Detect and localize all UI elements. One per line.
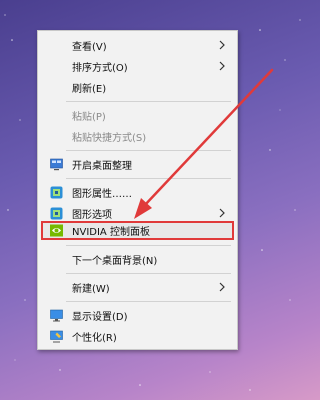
intel-graphics-icon xyxy=(50,186,63,199)
chevron-right-icon xyxy=(219,61,225,71)
menu-item-label: NVIDIA 控制面板 xyxy=(72,227,150,238)
nvidia-icon xyxy=(50,224,63,237)
menu-item-label: 显示设置(D) xyxy=(72,312,128,323)
menu-item-label: 粘贴快捷方式(S) xyxy=(72,133,147,144)
menu-item-label: 个性化(R) xyxy=(72,333,117,344)
menu-item-display-settings[interactable]: 显示设置(D) xyxy=(38,305,237,326)
display-settings-icon xyxy=(50,309,63,322)
menu-item-label: 图形选项 xyxy=(72,210,112,221)
menu-item-personalize[interactable]: 个性化(R) xyxy=(38,326,237,347)
desktop-context-menu: 查看(V) 排序方式(O) 刷新(E) 粘贴(P) 粘贴快捷方式(S) 开启桌面… xyxy=(37,30,238,350)
menu-separator xyxy=(66,150,231,151)
menu-item-paste[interactable]: 粘贴(P) xyxy=(38,105,237,126)
chevron-right-icon xyxy=(219,208,225,218)
menu-separator xyxy=(66,101,231,102)
menu-separator xyxy=(66,245,231,246)
chevron-right-icon xyxy=(219,282,225,292)
menu-separator xyxy=(66,301,231,302)
menu-item-label: 下一个桌面背景(N) xyxy=(72,256,158,267)
menu-item-paste-shortcut[interactable]: 粘贴快捷方式(S) xyxy=(38,126,237,147)
menu-separator xyxy=(66,273,231,274)
menu-item-graphics-properties[interactable]: 图形属性…… xyxy=(38,182,237,203)
menu-item-label: 排序方式(O) xyxy=(72,63,128,74)
menu-item-next-background[interactable]: 下一个桌面背景(N) xyxy=(38,249,237,270)
menu-item-view[interactable]: 查看(V) xyxy=(38,35,237,56)
menu-item-sort[interactable]: 排序方式(O) xyxy=(38,56,237,77)
menu-item-label: 查看(V) xyxy=(72,42,107,53)
personalize-icon xyxy=(50,330,63,343)
menu-item-label: 刷新(E) xyxy=(72,84,107,95)
menu-separator xyxy=(66,178,231,179)
menu-item-label: 开启桌面整理 xyxy=(72,161,132,172)
menu-item-nvidia-control-panel[interactable]: NVIDIA 控制面板 xyxy=(38,220,237,241)
intel-graphics-icon xyxy=(50,207,63,220)
menu-item-refresh[interactable]: 刷新(E) xyxy=(38,77,237,98)
desktop-organize-icon xyxy=(50,158,63,171)
menu-item-label: 图形属性…… xyxy=(72,189,132,200)
menu-item-new[interactable]: 新建(W) xyxy=(38,277,237,298)
menu-item-label: 新建(W) xyxy=(72,284,110,295)
menu-item-label: 粘贴(P) xyxy=(72,112,106,123)
chevron-right-icon xyxy=(219,40,225,50)
menu-item-desktop-organize[interactable]: 开启桌面整理 xyxy=(38,154,237,175)
